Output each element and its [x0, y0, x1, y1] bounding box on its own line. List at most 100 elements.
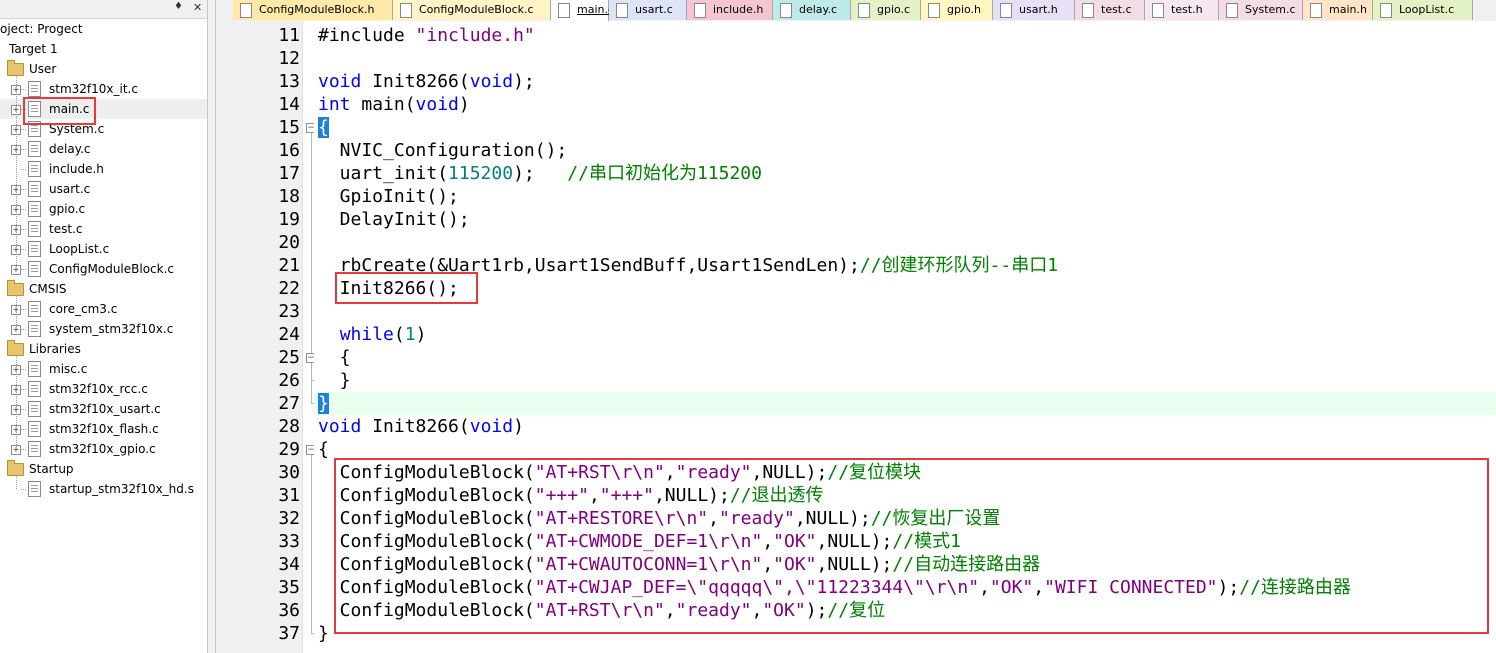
tree-file-item[interactable]: + stm32f10x_gpio.c	[0, 439, 207, 459]
tree-connector	[21, 369, 26, 370]
tab-system-c[interactable]: System.c	[1219, 0, 1303, 20]
tab-gpio-h[interactable]: gpio.h	[921, 0, 993, 20]
current-line-highlight	[314, 392, 1496, 415]
tree-file-item[interactable]: + delay.c	[0, 139, 207, 159]
file-icon	[1226, 3, 1238, 18]
file-icon	[1000, 3, 1012, 18]
tab-looplist-c[interactable]: LoopList.c	[1373, 0, 1473, 20]
highlight-init8266-body-box	[334, 458, 1489, 634]
tree-connector	[21, 169, 26, 170]
line-number: 18	[278, 186, 300, 207]
code-line[interactable]: {	[318, 346, 351, 369]
line-number: 28	[278, 416, 300, 437]
code-line[interactable]: }	[318, 392, 329, 415]
tree-file-item[interactable]: + system_stm32f10x.c	[0, 319, 207, 339]
code-line[interactable]: void Init8266(void)	[318, 415, 524, 438]
tab-delay-c[interactable]: delay.c	[773, 0, 851, 20]
highlight-main-c-box	[23, 97, 96, 125]
tree-connector	[21, 89, 26, 90]
tree-file-label: stm32f10x_it.c	[49, 82, 138, 96]
code-line[interactable]: while(1)	[318, 323, 427, 346]
tree-connector	[21, 209, 26, 210]
tree-connector	[21, 249, 26, 250]
file-icon	[28, 241, 41, 257]
tab-configmoduleblock-c[interactable]: ConfigModuleBlock.c	[393, 0, 551, 20]
line-number: 22	[278, 278, 300, 299]
tree-file-item[interactable]: + test.c	[0, 219, 207, 239]
code-line[interactable]: }	[318, 369, 351, 392]
line-number: 11	[278, 25, 300, 46]
file-icon	[780, 3, 792, 18]
pane-titlebar: ♦ ✕	[0, 0, 207, 19]
tree-file-item[interactable]: + LoopList.c	[0, 239, 207, 259]
line-number: 32	[278, 508, 300, 529]
code-line[interactable]: }	[318, 622, 329, 645]
tree-file-item[interactable]: + stm32f10x_rcc.c	[0, 379, 207, 399]
code-line[interactable]: int main(void)	[318, 93, 470, 116]
tab-test-c[interactable]: test.c	[1075, 0, 1145, 20]
file-icon	[28, 221, 41, 237]
tab-label: include.h	[713, 3, 764, 16]
code-line[interactable]: {	[318, 438, 329, 461]
tree-connector	[16, 355, 17, 449]
tree-file-item[interactable]: include.h	[0, 159, 207, 179]
tab-test-h[interactable]: test.h	[1145, 0, 1219, 20]
file-icon	[928, 3, 940, 18]
tab-gpio-c[interactable]: gpio.c	[851, 0, 921, 20]
tree-file-item[interactable]: + stm32f10x_it.c	[0, 79, 207, 99]
tree-connector	[21, 129, 26, 130]
tree-file-label: ConfigModuleBlock.c	[49, 262, 175, 276]
line-number: 21	[278, 255, 300, 276]
file-icon	[694, 3, 706, 18]
file-icon	[1380, 3, 1392, 18]
tree-file-item[interactable]: + usart.c	[0, 179, 207, 199]
tree-file-item[interactable]: + misc.c	[0, 359, 207, 379]
code-line[interactable]: void Init8266(void);	[318, 70, 535, 93]
line-number: 27	[278, 393, 300, 414]
tree-file-label: include.h	[49, 162, 104, 176]
line-number: 36	[278, 600, 300, 621]
tree-connector	[16, 475, 17, 489]
tree-connector	[21, 309, 26, 310]
tab-main-h[interactable]: main.h	[1303, 0, 1373, 20]
code-line[interactable]: #include "include.h"	[318, 24, 535, 47]
close-icon[interactable]: ✕	[193, 1, 202, 14]
tree-group-startup[interactable]: Startup	[0, 459, 207, 479]
pin-icon[interactable]: ♦	[174, 1, 183, 12]
tab-configmoduleblock-h[interactable]: ConfigModuleBlock.h	[233, 0, 393, 20]
line-number: 13	[278, 71, 300, 92]
tab-label: main.h	[1329, 3, 1367, 16]
tree-file-item[interactable]: + stm32f10x_usart.c	[0, 399, 207, 419]
tree-group-cmsis[interactable]: CMSIS	[0, 279, 207, 299]
file-icon	[558, 3, 570, 18]
file-icon	[28, 181, 41, 197]
tab-label: usart.c	[635, 3, 673, 16]
tree-file-item[interactable]: startup_stm32f10x_hd.s	[0, 479, 207, 499]
tree-file-item[interactable]: + gpio.c	[0, 199, 207, 219]
tab-usart-c[interactable]: usart.c	[609, 0, 687, 20]
tree-file-label: stm32f10x_gpio.c	[49, 442, 156, 456]
tree-file-item[interactable]: + core_cm3.c	[0, 299, 207, 319]
code-line[interactable]: NVIC_Configuration();	[318, 139, 568, 162]
file-icon	[858, 3, 870, 18]
tree-group-label: Startup	[29, 462, 74, 476]
code-line[interactable]: uart_init(115200); //串口初始化为115200	[318, 162, 762, 185]
tab-label: LoopList.c	[1399, 3, 1455, 16]
tree-group-libraries[interactable]: Libraries	[0, 339, 207, 359]
tab-include-h[interactable]: include.h	[687, 0, 773, 20]
project-title[interactable]: oject: Progect	[0, 19, 83, 39]
tab-main-c[interactable]: main.c	[551, 0, 614, 21]
tree-target-label: Target 1	[9, 42, 58, 56]
code-line[interactable]: {	[318, 116, 329, 139]
tree-file-label: stm32f10x_rcc.c	[49, 382, 148, 396]
tree-file-item[interactable]: + ConfigModuleBlock.c	[0, 259, 207, 279]
tree-file-item[interactable]: + stm32f10x_flash.c	[0, 419, 207, 439]
code-line[interactable]: GpioInit();	[318, 185, 459, 208]
file-icon	[28, 401, 41, 417]
file-icon	[1310, 3, 1322, 18]
tree-group-label: User	[29, 62, 57, 76]
code-line[interactable]: DelayInit();	[318, 208, 470, 231]
tree-group-user[interactable]: User	[0, 59, 207, 79]
tab-usart-h[interactable]: usart.h	[993, 0, 1075, 20]
tree-group-label: CMSIS	[29, 282, 67, 296]
